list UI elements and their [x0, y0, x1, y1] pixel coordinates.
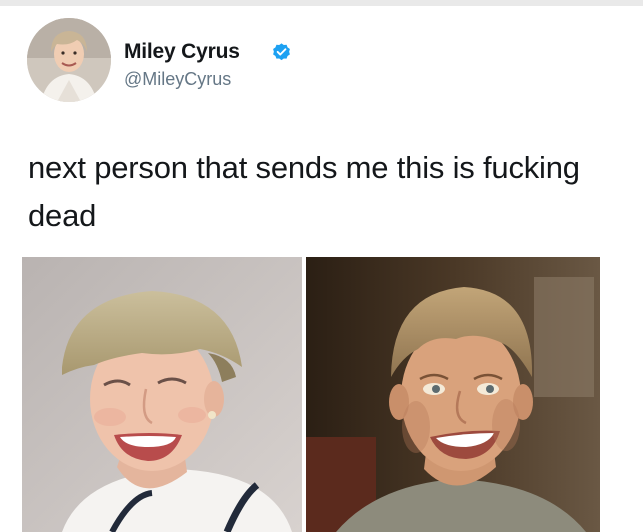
avatar[interactable] [27, 18, 111, 102]
author-name[interactable]: Miley Cyrus [124, 40, 240, 64]
tweet-media[interactable] [22, 257, 600, 532]
photo-left-image [22, 257, 302, 532]
avatar-image [27, 18, 111, 102]
tweet-card: Miley Cyrus @MileyCyrus next person that… [0, 6, 643, 532]
photo-man-with-bowl-haircut-smiling[interactable] [306, 257, 600, 532]
tweet-text: next person that sends me this is fuckin… [28, 150, 580, 233]
verified-badge-icon [273, 43, 290, 61]
photo-right-image [306, 257, 600, 532]
author-handle[interactable]: @MileyCyrus [124, 69, 231, 90]
photo-short-blonde-hair-smiling[interactable] [22, 257, 302, 532]
